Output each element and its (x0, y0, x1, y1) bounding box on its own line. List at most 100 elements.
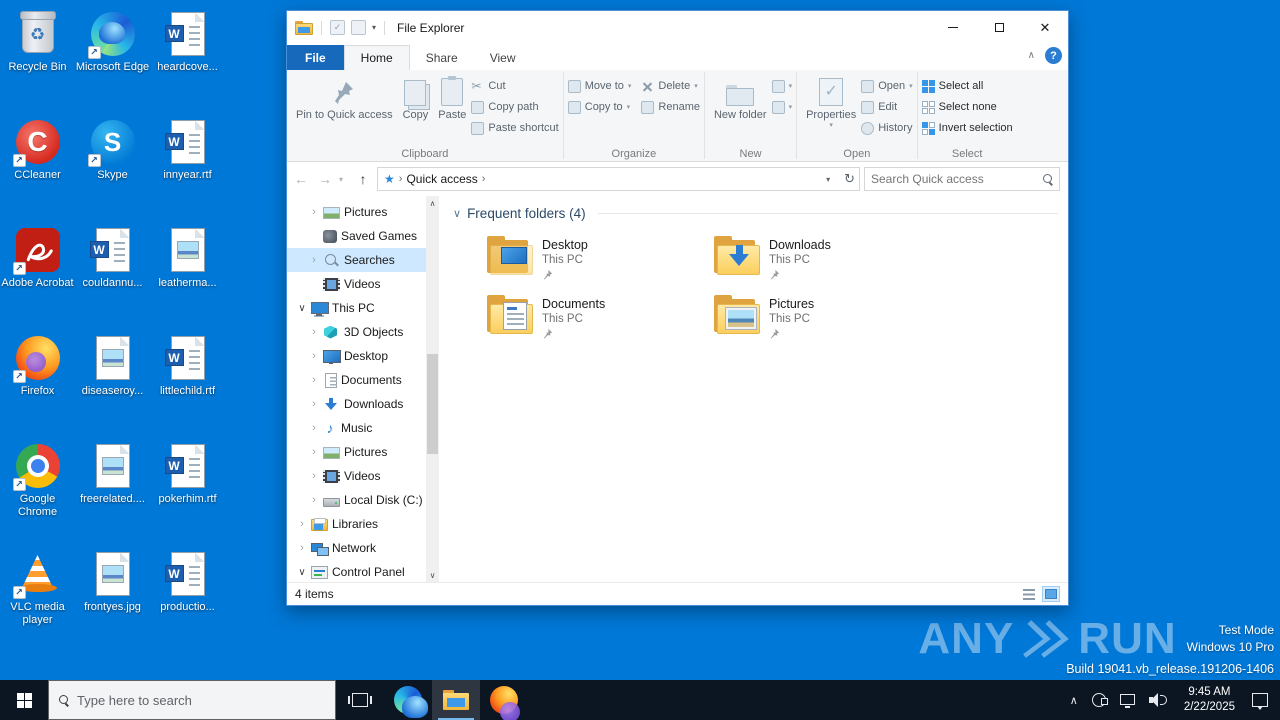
desktop-icon-pokerhim[interactable]: W pokerhim.rtf (150, 436, 225, 544)
chevron-right-icon[interactable]: › (309, 254, 319, 266)
nav-item-downloads[interactable]: ›Downloads (287, 392, 426, 416)
select-none-button[interactable]: Select none (922, 98, 1013, 116)
edit-button[interactable]: Edit (861, 98, 912, 116)
desktop-icon-frontyes[interactable]: frontyes.jpg (75, 544, 150, 652)
desktop-icon-acrobat[interactable]: Adobe Acrobat (0, 220, 75, 328)
nav-item-this-pc[interactable]: ∨This PC (287, 296, 426, 320)
open-button[interactable]: Open▾ (861, 77, 912, 95)
thumbnails-view-button[interactable] (1042, 586, 1060, 602)
qat-properties-icon[interactable]: ✓ (330, 20, 345, 35)
up-button[interactable]: ↑ (353, 171, 373, 187)
nav-item-videos-qa[interactable]: Videos (287, 272, 426, 296)
tile-pictures[interactable]: Pictures This PC (714, 296, 941, 339)
chevron-down-icon[interactable]: ∨ (297, 303, 307, 314)
copy-path-button[interactable]: Copy path (471, 98, 558, 116)
qat-newfolder-icon[interactable] (351, 20, 366, 35)
nav-item-3d-objects[interactable]: ›3D Objects (287, 320, 426, 344)
chevron-right-icon[interactable]: › (297, 542, 307, 554)
tray-overflow-chevron-icon[interactable]: ∧ (1063, 680, 1085, 720)
minimize-button[interactable] (930, 11, 976, 44)
taskbar-edge-button[interactable] (384, 680, 432, 720)
nav-item-searches[interactable]: ›Searches (287, 248, 426, 272)
tab-file[interactable]: File (287, 45, 344, 70)
nav-item-network[interactable]: ›Network (287, 536, 426, 560)
action-center-button[interactable] (1245, 680, 1275, 720)
scroll-up-icon[interactable]: ∧ (426, 196, 439, 210)
refresh-icon[interactable]: ↻ (844, 171, 855, 187)
chevron-right-icon[interactable]: › (309, 446, 319, 458)
navigation-scrollbar[interactable]: ∧ ∨ (426, 196, 439, 582)
start-button[interactable] (0, 680, 48, 720)
scrollbar-thumb[interactable] (427, 354, 438, 454)
nav-item-local-disk-c[interactable]: ›Local Disk (C:) (287, 488, 426, 512)
breadcrumb[interactable]: Quick access (406, 172, 477, 186)
nav-item-desktop[interactable]: ›Desktop (287, 344, 426, 368)
details-view-button[interactable] (1020, 586, 1038, 602)
pin-to-quick-access-button[interactable]: Pin to Quick access (291, 73, 398, 125)
explorer-search-box[interactable] (864, 167, 1060, 191)
desktop-icon-recycle-bin[interactable]: ♻ Recycle Bin (0, 4, 75, 112)
new-item-button[interactable]: ▾ (772, 77, 793, 95)
frequent-folders-header[interactable]: ∨ Frequent folders (4) (453, 206, 1058, 221)
tile-desktop[interactable]: Desktop This PC (487, 237, 714, 280)
nav-item-documents[interactable]: ›Documents (287, 368, 426, 392)
desktop-icon-firefox[interactable]: Firefox (0, 328, 75, 436)
select-all-button[interactable]: Select all (922, 77, 1013, 95)
chevron-right-icon[interactable]: › (309, 494, 319, 506)
collapse-ribbon-icon[interactable]: ∧ (1028, 50, 1035, 61)
chevron-right-icon[interactable]: › (309, 326, 319, 338)
nav-item-libraries[interactable]: ›Libraries (287, 512, 426, 536)
back-button[interactable]: ← (291, 171, 311, 187)
volume-tray-icon[interactable] (1142, 680, 1174, 720)
desktop-icon-ccleaner[interactable]: C CCleaner (0, 112, 75, 220)
task-view-button[interactable] (336, 680, 384, 720)
easy-access-button[interactable]: ▾ (772, 98, 793, 116)
recent-locations-caret-icon[interactable]: ▾ (339, 175, 349, 184)
chevron-right-icon[interactable]: › (309, 374, 319, 386)
desktop-icon-vlc[interactable]: VLC media player (0, 544, 75, 652)
desktop-icon-skype[interactable]: S Skype (75, 112, 150, 220)
nav-item-pictures-qa[interactable]: ›Pictures (287, 200, 426, 224)
desktop-icon-littlechild[interactable]: W littlechild.rtf (150, 328, 225, 436)
move-to-button[interactable]: Move to▾ (568, 77, 632, 95)
cut-button[interactable]: ✂Cut (471, 77, 558, 95)
taskbar-firefox-button[interactable] (480, 680, 528, 720)
copy-to-button[interactable]: Copy to▾ (568, 98, 632, 116)
properties-button[interactable]: ✓ Properties▾ (801, 73, 861, 133)
paste-shortcut-button[interactable]: Paste shortcut (471, 119, 558, 137)
invert-selection-button[interactable]: Invert selection (922, 119, 1013, 137)
chevron-down-icon[interactable]: ∨ (453, 207, 461, 220)
desktop-icon-heardcove[interactable]: W heardcove... (150, 4, 225, 112)
rename-button[interactable]: Rename (641, 98, 700, 116)
address-bar[interactable]: ★ › Quick access › ▾ ↻ (377, 167, 860, 191)
tile-downloads[interactable]: Downloads This PC (714, 237, 941, 280)
history-button[interactable]: History (861, 119, 912, 137)
maximize-button[interactable] (976, 11, 1022, 44)
tab-view[interactable]: View (474, 45, 532, 70)
chevron-right-icon[interactable]: › (309, 470, 319, 482)
taskbar-search-box[interactable] (48, 680, 336, 720)
tray-capture-icon[interactable] (1085, 680, 1113, 720)
nav-item-music[interactable]: ›♪Music (287, 416, 426, 440)
desktop-icon-productio[interactable]: W productio... (150, 544, 225, 652)
nav-item-videos[interactable]: ›Videos (287, 464, 426, 488)
desktop-icon-edge[interactable]: Microsoft Edge (75, 4, 150, 112)
tab-home[interactable]: Home (344, 45, 410, 70)
chevron-right-icon[interactable]: › (297, 518, 307, 530)
chevron-right-icon[interactable]: › (309, 350, 319, 362)
desktop-icon-chrome[interactable]: Google Chrome (0, 436, 75, 544)
paste-button[interactable]: Paste (433, 73, 471, 125)
delete-button[interactable]: Delete▾ (641, 77, 700, 95)
close-button[interactable]: ✕ (1022, 11, 1068, 44)
nav-item-control-panel[interactable]: ∨Control Panel (287, 560, 426, 582)
help-icon[interactable]: ? (1045, 47, 1062, 64)
tile-documents[interactable]: Documents This PC (487, 296, 714, 339)
nav-item-pictures[interactable]: ›Pictures (287, 440, 426, 464)
qat-customize-caret-icon[interactable]: ▾ (372, 23, 376, 32)
explorer-search-input[interactable] (871, 172, 1043, 186)
taskbar-search-input[interactable] (77, 693, 325, 708)
chevron-right-icon[interactable]: › (309, 398, 319, 410)
chevron-right-icon[interactable]: › (309, 206, 319, 218)
desktop-icon-innyear[interactable]: W innyear.rtf (150, 112, 225, 220)
network-tray-icon[interactable] (1113, 680, 1142, 720)
